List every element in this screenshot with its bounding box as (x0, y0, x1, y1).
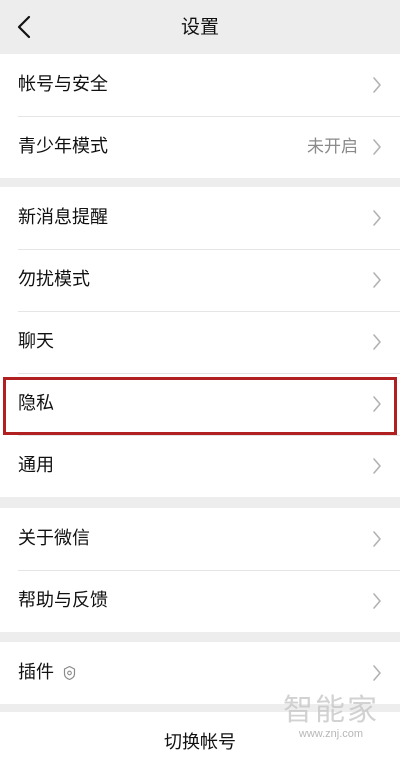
row-label: 新消息提醒 (18, 207, 108, 228)
row-label: 勿扰模式 (18, 269, 90, 290)
row-do-not-disturb[interactable]: 勿扰模式 (0, 249, 400, 311)
chevron-right-icon (373, 334, 381, 350)
group-plugins: 插件 (0, 642, 400, 704)
row-value: 未开启 (307, 137, 358, 157)
group-about: 关于微信 帮助与反馈 (0, 508, 400, 632)
row-help-feedback[interactable]: 帮助与反馈 (0, 570, 400, 632)
row-about-wechat[interactable]: 关于微信 (0, 508, 400, 570)
row-label: 插件 (18, 662, 54, 683)
row-account-security[interactable]: 帐号与安全 (0, 54, 400, 116)
settings-screen: 设置 帐号与安全 青少年模式 未开启 新消息提醒 勿扰模式 聊天 隐私 通用 关… (0, 0, 400, 760)
chevron-right-icon (373, 396, 381, 412)
row-plugins[interactable]: 插件 (0, 642, 400, 704)
chevron-right-icon (373, 272, 381, 288)
group-general: 新消息提醒 勿扰模式 聊天 隐私 通用 (0, 187, 400, 497)
page-title: 设置 (180, 16, 219, 38)
row-chat[interactable]: 聊天 (0, 311, 400, 373)
row-label: 帐号与安全 (18, 74, 108, 95)
row-privacy[interactable]: 隐私 (0, 373, 400, 435)
group-account: 帐号与安全 青少年模式 未开启 (0, 54, 400, 178)
row-label: 聊天 (18, 331, 54, 352)
row-label: 隐私 (18, 393, 54, 414)
row-teen-mode[interactable]: 青少年模式 未开启 (0, 116, 400, 178)
chevron-right-icon (373, 531, 381, 547)
plugin-badge-icon (63, 665, 76, 681)
chevron-right-icon (373, 139, 381, 155)
chevron-right-icon (373, 210, 381, 226)
chevron-right-icon (373, 665, 381, 681)
chevron-right-icon (373, 77, 381, 93)
row-label: 青少年模式 (18, 136, 108, 157)
chevron-right-icon (373, 593, 381, 609)
switch-account-label: 切换帐号 (164, 732, 236, 753)
chevron-right-icon (373, 458, 381, 474)
row-label: 帮助与反馈 (18, 590, 108, 611)
row-label: 关于微信 (18, 528, 90, 549)
row-label: 通用 (18, 455, 54, 476)
nav-bar: 设置 (0, 0, 400, 54)
row-new-message-alerts[interactable]: 新消息提醒 (0, 187, 400, 249)
switch-account-button[interactable]: 切换帐号 (0, 712, 400, 760)
row-general[interactable]: 通用 (0, 435, 400, 497)
